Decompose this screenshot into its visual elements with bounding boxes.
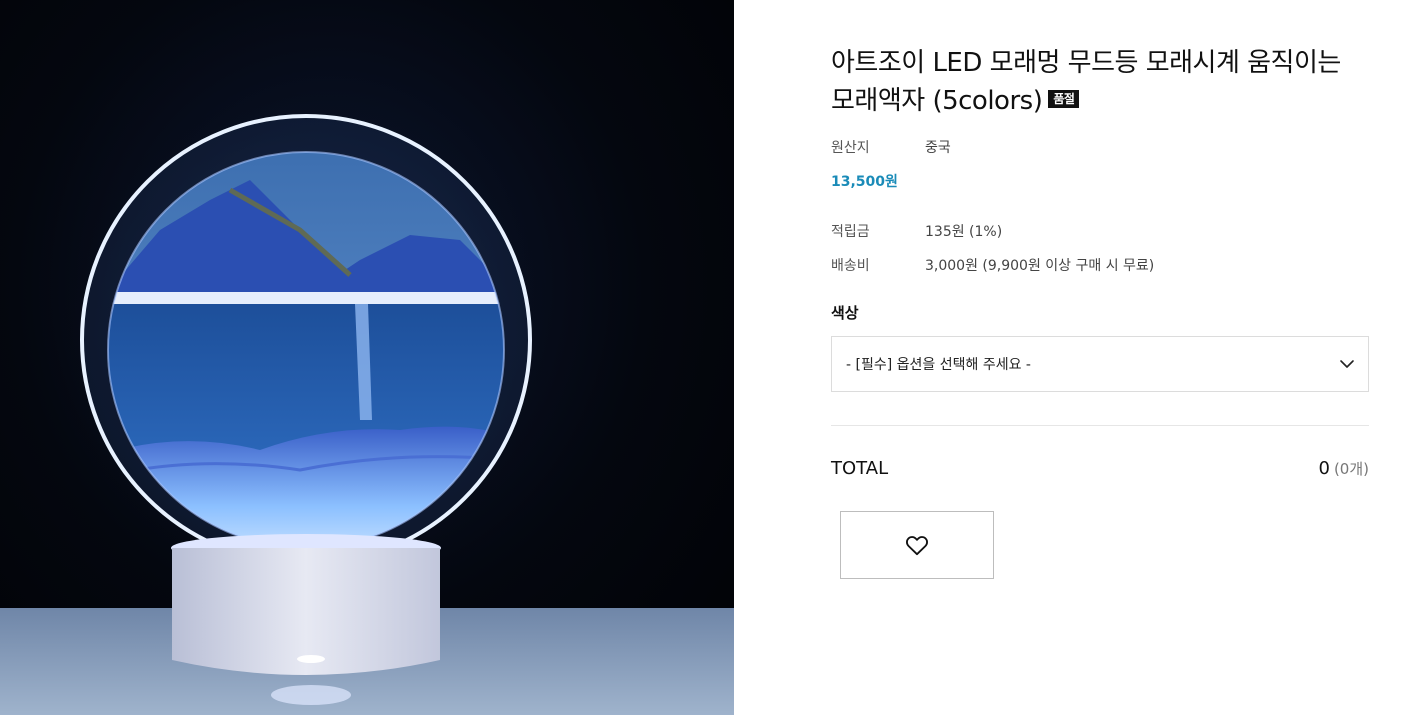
product-title-text: 아트조이 LED 모래멍 무드등 모래시계 움직이는 모래액자 (5colors… <box>831 48 1341 116</box>
shipping-value: 3,000원 (9,900원 이상 구매 시 무료) <box>925 258 1155 274</box>
points-value: 135원 (1%) <box>925 224 1003 240</box>
points-label: 적립금 <box>831 224 870 240</box>
shipping-label: 배송비 <box>831 258 870 274</box>
product-image <box>0 0 734 715</box>
product-info-panel: 아트조이 LED 모래멍 무드등 모래시계 움직이는 모래액자 (5colors… <box>831 0 1369 715</box>
total-label: TOTAL <box>831 458 889 479</box>
color-option-select[interactable]: - [필수] 옵션을 선택해 주세요 - <box>831 336 1369 392</box>
color-option-label: 색상 <box>831 304 859 322</box>
origin-row: 원산지 중국 <box>831 137 951 157</box>
chevron-down-icon <box>1340 360 1354 368</box>
origin-value: 중국 <box>925 140 951 156</box>
shipping-row: 배송비 3,000원 (9,900원 이상 구매 시 무료) <box>831 255 1154 275</box>
total-amount: 0 <box>1318 458 1330 479</box>
heart-icon <box>906 536 928 556</box>
total-value: 0 (0개) <box>1318 458 1369 479</box>
product-title: 아트조이 LED 모래멍 무드등 모래시계 움직이는 모래액자 (5colors… <box>831 44 1369 120</box>
color-option-placeholder: - [필수] 옵션을 선택해 주세요 - <box>846 357 1031 373</box>
divider <box>831 425 1369 426</box>
soldout-badge: 품절 <box>1048 90 1080 108</box>
product-price: 13,500원 <box>831 174 898 190</box>
wishlist-button[interactable] <box>840 511 994 579</box>
total-count: (0개) <box>1333 460 1369 478</box>
origin-label: 원산지 <box>831 140 870 156</box>
points-row: 적립금 135원 (1%) <box>831 221 1002 241</box>
